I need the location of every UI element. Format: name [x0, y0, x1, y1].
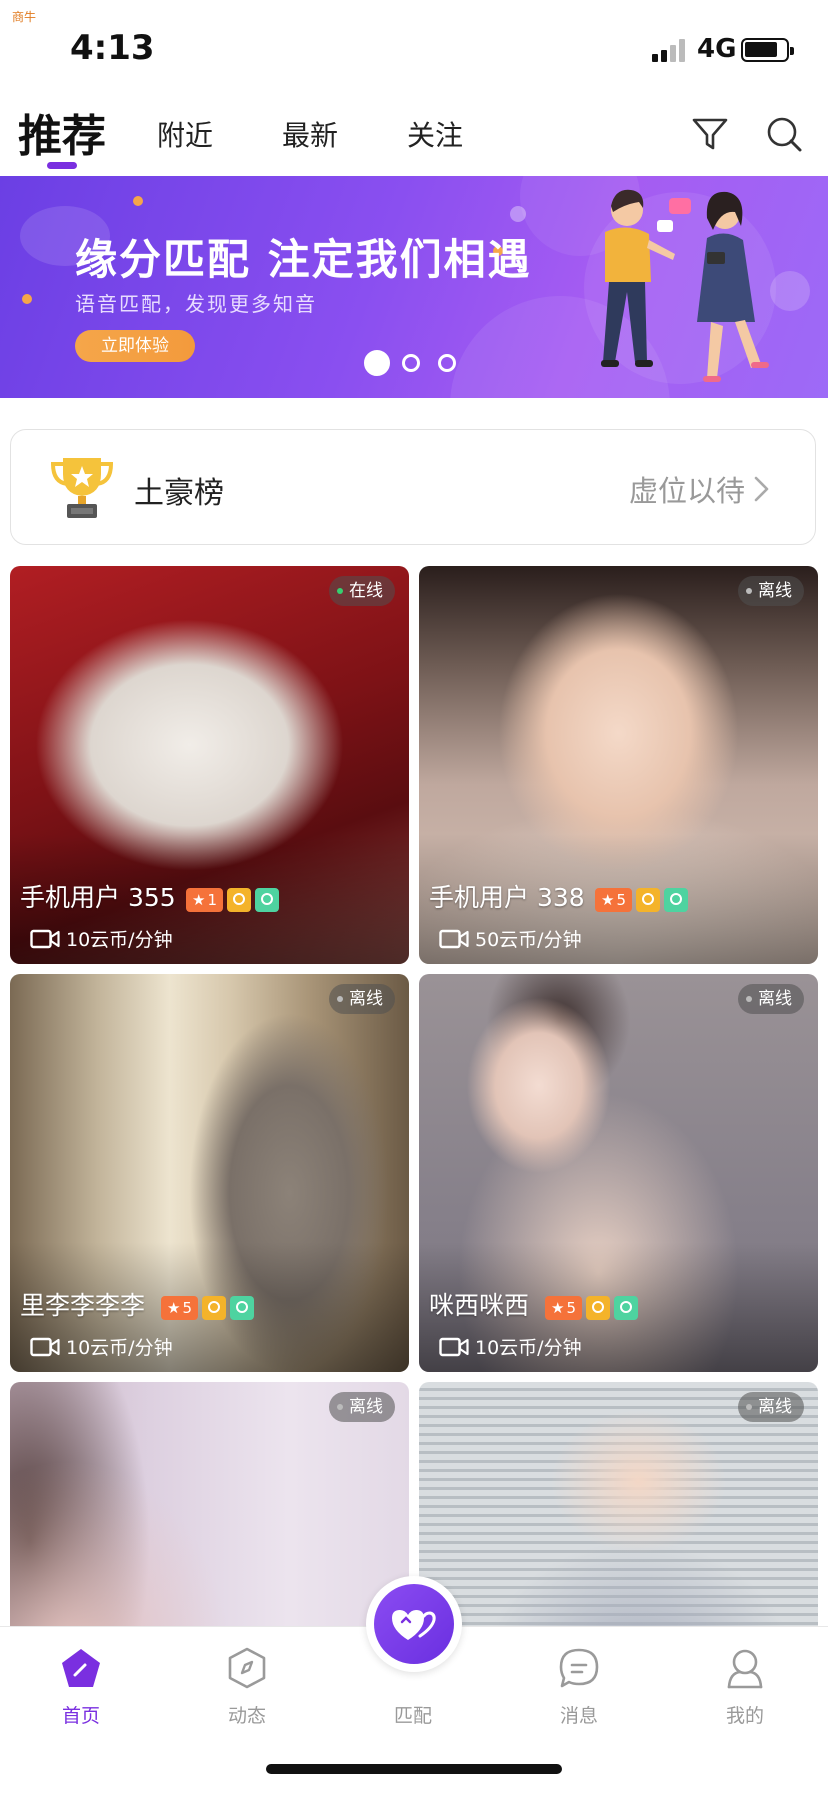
user-badges: ★ 5 [595, 888, 688, 912]
couple-illustration [584, 189, 776, 384]
rich-list-placeholder: 虚位以待 [628, 474, 745, 508]
user-name: 手机用户 355 [20, 883, 176, 912]
banner-subtitle: 语音匹配，发现更多知音 [75, 292, 317, 316]
verified-icon [202, 1296, 226, 1320]
verified-icon [636, 888, 660, 912]
profile-icon [727, 1649, 763, 1689]
status-time: 4:13 [70, 28, 155, 68]
tab-moments[interactable]: 动态 [187, 1645, 307, 1728]
voice-icon [230, 1296, 254, 1320]
tab-label: 匹配 [393, 1705, 432, 1727]
video-camera-icon [30, 1337, 60, 1356]
banner-cta-button[interactable]: 立即体验 [75, 330, 195, 362]
call-price-text: 10云币/分钟 [475, 1337, 582, 1359]
tab-nearby[interactable]: 附近 [157, 114, 213, 154]
tab-recommend[interactable]: 推荐 [18, 100, 106, 164]
voice-icon [664, 888, 688, 912]
tab-latest[interactable]: 最新 [282, 114, 338, 154]
call-price: 50云币/分钟 [439, 925, 582, 952]
level-value: 1 [207, 891, 217, 909]
compass-icon [228, 1647, 266, 1689]
star-icon: ★ [167, 1299, 181, 1317]
hearts-icon [392, 1610, 436, 1640]
user-card[interactable]: 在线 手机用户 355 ★ 1 10云币/分钟 [10, 566, 409, 964]
tab-label: 消息 [559, 1705, 598, 1727]
user-card[interactable]: 离线 里李李李李 ★ 5 10云币/分钟 [10, 974, 409, 1372]
level-badge: ★ 5 [595, 888, 632, 912]
user-name: 手机用户 338 [429, 883, 585, 912]
status-badge: 离线 [738, 1392, 804, 1422]
top-nav: 推荐 附近 最新 关注 [0, 100, 828, 176]
user-name: 里李李李李 [20, 1291, 146, 1320]
promo-banner[interactable]: 缘分匹配 注定我们相遇 语音匹配，发现更多知音 立即体验 [0, 176, 828, 398]
pagination-dot[interactable] [402, 354, 420, 372]
status-badge: 离线 [738, 984, 804, 1014]
user-card[interactable]: 离线 咪西咪西 ★ 5 10云币/分钟 [419, 974, 818, 1372]
status-badge: 在线 [329, 576, 395, 606]
level-badge: ★ 1 [186, 888, 223, 912]
user-card[interactable]: 离线 手机用户 338 ★ 5 50云币/分钟 [419, 566, 818, 964]
call-price-text: 50云币/分钟 [475, 929, 582, 951]
voice-icon [255, 888, 279, 912]
battery-icon [741, 38, 794, 62]
status-badge: 离线 [738, 576, 804, 606]
video-camera-icon [439, 929, 469, 948]
tab-underline [47, 162, 77, 169]
signal-icon [652, 38, 690, 62]
tab-messages[interactable]: 消息 [519, 1645, 639, 1728]
search-icon[interactable] [764, 114, 804, 154]
home-icon [62, 1649, 100, 1687]
home-indicator [266, 1764, 562, 1774]
tab-profile[interactable]: 我的 [685, 1645, 805, 1728]
chevron-right-icon [754, 476, 769, 502]
level-value: 5 [616, 891, 626, 909]
message-icon [559, 1648, 599, 1688]
status-badge: 离线 [329, 984, 395, 1014]
tab-label: 首页 [61, 1705, 100, 1727]
tab-label: 我的 [725, 1705, 764, 1727]
star-icon: ★ [192, 891, 206, 909]
tab-following[interactable]: 关注 [407, 114, 463, 154]
filter-icon[interactable] [690, 114, 730, 154]
pagination-dot[interactable] [438, 354, 456, 372]
trophy-icon [50, 458, 114, 518]
verified-icon [586, 1296, 610, 1320]
call-price: 10云币/分钟 [439, 1333, 582, 1360]
call-price: 10云币/分钟 [30, 1333, 173, 1360]
user-badges: ★ 1 [186, 888, 279, 912]
tab-home[interactable]: 首页 [21, 1645, 141, 1728]
status-badge: 离线 [329, 1392, 395, 1422]
voice-icon [614, 1296, 638, 1320]
status-bar: 4:13 4G [0, 0, 828, 100]
video-camera-icon [30, 929, 60, 948]
rich-list-card[interactable]: 土豪榜 虚位以待 [10, 429, 816, 545]
pagination-dot[interactable] [364, 350, 390, 376]
call-price-text: 10云币/分钟 [66, 1337, 173, 1359]
call-price-text: 10云币/分钟 [66, 929, 173, 951]
user-name: 咪西咪西 [429, 1291, 530, 1320]
level-badge: ★ 5 [545, 1296, 582, 1320]
video-camera-icon [439, 1337, 469, 1356]
network-label: 4G [697, 34, 737, 64]
rich-list-title: 土豪榜 [134, 476, 224, 511]
match-button[interactable] [366, 1576, 462, 1672]
level-value: 5 [182, 1299, 192, 1317]
tab-label: 动态 [227, 1705, 266, 1727]
banner-title: 缘分匹配 注定我们相遇 [75, 235, 532, 284]
star-icon: ★ [551, 1299, 565, 1317]
user-badges: ★ 5 [161, 1296, 254, 1320]
call-price: 10云币/分钟 [30, 925, 173, 952]
verified-icon [227, 888, 251, 912]
level-value: 5 [566, 1299, 576, 1317]
level-badge: ★ 5 [161, 1296, 198, 1320]
star-icon: ★ [601, 891, 615, 909]
user-badges: ★ 5 [545, 1296, 638, 1320]
